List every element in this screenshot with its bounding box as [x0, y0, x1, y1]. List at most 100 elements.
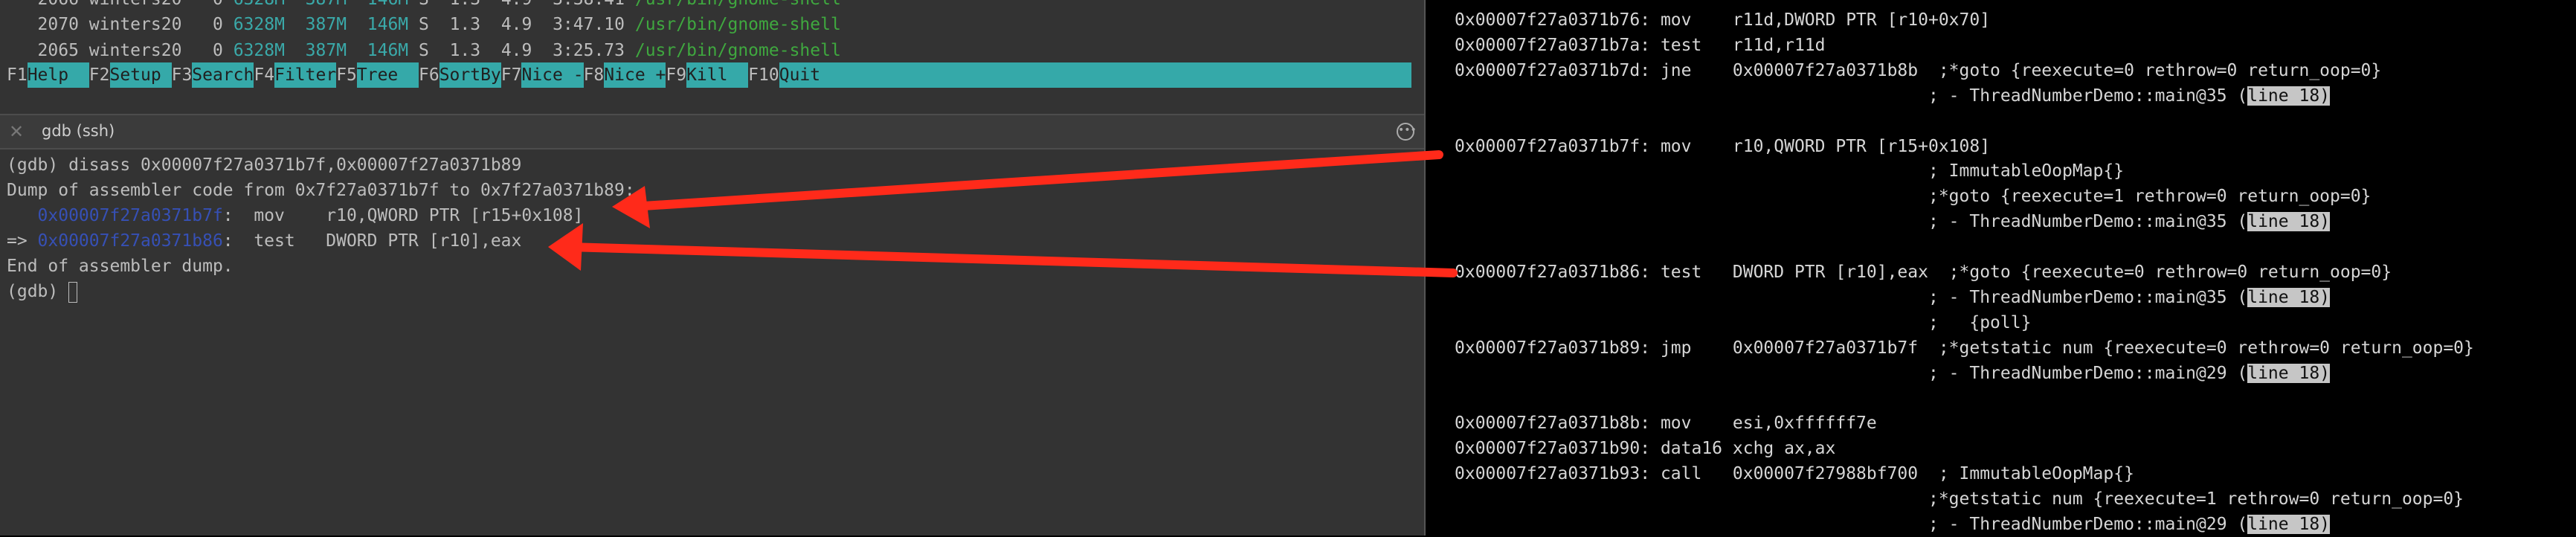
asm-text: ; - ThreadNumberDemo::main@35 (	[1455, 86, 2248, 106]
asm-line: ; - ThreadNumberDemo::main@35 (line 18)	[1455, 209, 2331, 234]
asm-text: 0x00007f27a0371b76: mov r11d,DWORD PTR […	[1455, 10, 1991, 30]
user: winters	[88, 41, 161, 60]
asm-line: 0x00007f27a0371b86: test DWORD PTR [r10]…	[1455, 260, 2392, 285]
asm-text: 0x00007f27a0371b89: jmp 0x00007f27a0371b…	[1455, 338, 2474, 358]
asm-text: 0x00007f27a0371b86: test DWORD PTR [r10]…	[1455, 263, 2392, 282]
asm-line: 0x00007f27a0371b89: jmp 0x00007f27a0371b…	[1455, 335, 2474, 361]
mem-percent: 4.9	[500, 41, 532, 60]
terminal-tab-bar: ✕ gdb (ssh) •••	[0, 114, 1424, 149]
asm-line: ; - ThreadNumberDemo::main@29 (line 18)	[1455, 361, 2331, 386]
htop-process-row[interactable]: 2065 winters20 0 6328M 387M 146M S 1.3 4…	[7, 38, 841, 63]
asm-text: ; - ThreadNumberDemo::main@35 (	[1455, 287, 2248, 307]
command: /usr/bin/gnome-shell	[634, 41, 841, 60]
fkey-label-nice[interactable]: Nice -	[521, 62, 584, 88]
fkey-f9: F9	[666, 65, 687, 85]
cpu-time: 3:25.73	[553, 41, 625, 60]
asm-text: ; - ThreadNumberDemo::main@29 (	[1455, 515, 2248, 534]
terminal-left-pane: 2066 winters20 0 6328M 387M 146M S 1.3 4…	[0, 0, 1426, 536]
instruction-address: 0x00007f27a0371b86	[37, 231, 223, 251]
asm-line: ; - ThreadNumberDemo::main@29 (line 18)	[1455, 512, 2331, 537]
asm-line: ; ImmutableOopMap{}	[1455, 158, 2124, 184]
asm-line: ; - ThreadNumberDemo::main@35 (line 18)	[1455, 285, 2331, 310]
asm-text: ;*getstatic num {reexecute=1 rethrow=0 r…	[1455, 489, 2464, 509]
cpu-percent: 1.3	[450, 0, 481, 9]
mem-percent: 4.9	[501, 0, 532, 9]
asm-line: 0x00007f27a0371b7a: test r11d,r11d	[1455, 33, 1826, 58]
gdb-command-line: (gdb) disass 0x00007f27a0371b7f,0x00007f…	[7, 155, 522, 175]
fkey-f4: F4	[254, 65, 275, 85]
more-options-icon[interactable]: •••	[1397, 123, 1417, 141]
pid: 2070	[37, 15, 79, 34]
fkey-f3: F3	[171, 65, 193, 85]
shared-memory: 146M	[367, 15, 409, 34]
fkey-f6: F6	[418, 65, 439, 85]
highlighted-source-line: line 18)	[2247, 212, 2331, 232]
asm-line: ;*getstatic num {reexecute=1 rethrow=0 r…	[1455, 486, 2464, 512]
cpu-percent: 1.3	[449, 15, 481, 34]
fkey-label-filter[interactable]: Filter	[274, 62, 337, 88]
asm-text: ; ImmutableOopMap{}	[1455, 161, 2125, 181]
asm-line: ; - ThreadNumberDemo::main@35 (line 18)	[1455, 83, 2331, 109]
gdb-prompt: (gdb)	[7, 282, 69, 301]
virt-memory: 6328M	[233, 15, 285, 34]
gdb-dump-header: Dump of assembler code from 0x7f27a0371b…	[7, 181, 635, 200]
assembly-output-pane: 0x00007f27a0371b76: mov r11d,DWORD PTR […	[1426, 0, 2576, 536]
asm-text: ; - ThreadNumberDemo::main@29 (	[1455, 363, 2248, 383]
tab-gdb-ssh[interactable]: gdb (ssh)	[42, 122, 115, 140]
priority: 20	[161, 15, 182, 34]
res-memory: 387M	[305, 41, 347, 60]
asm-text: 0x00007f27a0371b8b: mov esi,0xffffff7e	[1455, 414, 1877, 434]
fkey-label-setup[interactable]: Setup	[109, 62, 172, 88]
htop-function-key-bar: F1 Help F2 Setup F3 Search F4 Filter F5 Tree F6…	[7, 62, 1411, 88]
command: /usr/bin/gnome-shell	[635, 0, 841, 9]
fkey-label-quit[interactable]: Quit	[779, 62, 821, 88]
htop-process-row[interactable]: 2070 winters20 0 6328M 387M 146M S 1.3 4…	[7, 12, 841, 37]
fkey-label-help[interactable]: Help	[27, 62, 89, 88]
gdb-instruction-current: => 0x00007f27a0371b86: test DWORD PTR [r…	[7, 228, 521, 254]
gdb-dump-footer: End of assembler dump.	[7, 257, 234, 276]
state: S	[419, 41, 429, 60]
mem-percent: 4.9	[500, 15, 532, 34]
fkey-f1: F1	[7, 65, 28, 85]
fkey-f10: F10	[748, 65, 779, 85]
user: winters	[88, 15, 161, 34]
current-line-marker: =>	[7, 231, 38, 251]
fkey-label-tree[interactable]: Tree	[356, 62, 419, 88]
cpu-percent: 1.3	[449, 41, 481, 60]
asm-text: 0x00007f27a0371b7f: mov r10,QWORD PTR [r…	[1455, 136, 1991, 156]
virt-memory: 6328M	[234, 0, 285, 9]
asm-text: ; - ThreadNumberDemo::main@35 (	[1455, 212, 2248, 232]
fkey-label-nice[interactable]: Nice +	[604, 62, 666, 88]
highlighted-source-line: line 18)	[2247, 287, 2331, 307]
asm-text: 0x00007f27a0371b7a: test r11d,r11d	[1455, 35, 1826, 55]
htop-process-row[interactable]: 2066 winters20 0 6328M 387M 146M S 1.3 4…	[7, 0, 841, 12]
cpu-time: 3:47.10	[553, 15, 625, 34]
res-memory: 387M	[305, 15, 347, 34]
asm-line: 0x00007f27a0371b90: data16 xchg ax,ax	[1455, 436, 1835, 461]
fkey-label-kill[interactable]: Kill	[686, 62, 749, 88]
highlighted-source-line: line 18)	[2247, 86, 2331, 106]
asm-text: 0x00007f27a0371b93: call 0x00007f27988bf…	[1455, 464, 2134, 484]
shared-memory: 146M	[367, 0, 408, 9]
fkey-label-sortby[interactable]: SortBy	[439, 62, 501, 88]
priority: 20	[161, 0, 182, 9]
asm-line: 0x00007f27a0371b7f: mov r10,QWORD PTR [r…	[1455, 134, 1990, 159]
close-icon[interactable]: ✕	[9, 121, 24, 142]
virt-memory: 6328M	[233, 41, 285, 60]
user: winters	[89, 0, 161, 9]
fkey-label-search[interactable]: Search	[192, 62, 254, 88]
asm-line: ;*goto {reexecute=1 rethrow=0 return_oop…	[1455, 184, 2371, 209]
fkey-f5: F5	[336, 65, 357, 85]
fkey-f8: F8	[583, 65, 605, 85]
highlighted-source-line: line 18)	[2247, 363, 2331, 383]
nice: 0	[213, 0, 223, 9]
state: S	[419, 15, 429, 34]
fkey-f2: F2	[88, 65, 110, 85]
pid: 2065	[37, 41, 79, 60]
instruction-address: 0x00007f27a0371b7f	[37, 206, 223, 225]
shared-memory: 146M	[367, 41, 409, 60]
command: /usr/bin/gnome-shell	[634, 15, 841, 34]
pid: 2066	[38, 0, 79, 9]
res-memory: 387M	[306, 0, 347, 9]
gdb-prompt-line[interactable]: (gdb)	[7, 279, 78, 304]
